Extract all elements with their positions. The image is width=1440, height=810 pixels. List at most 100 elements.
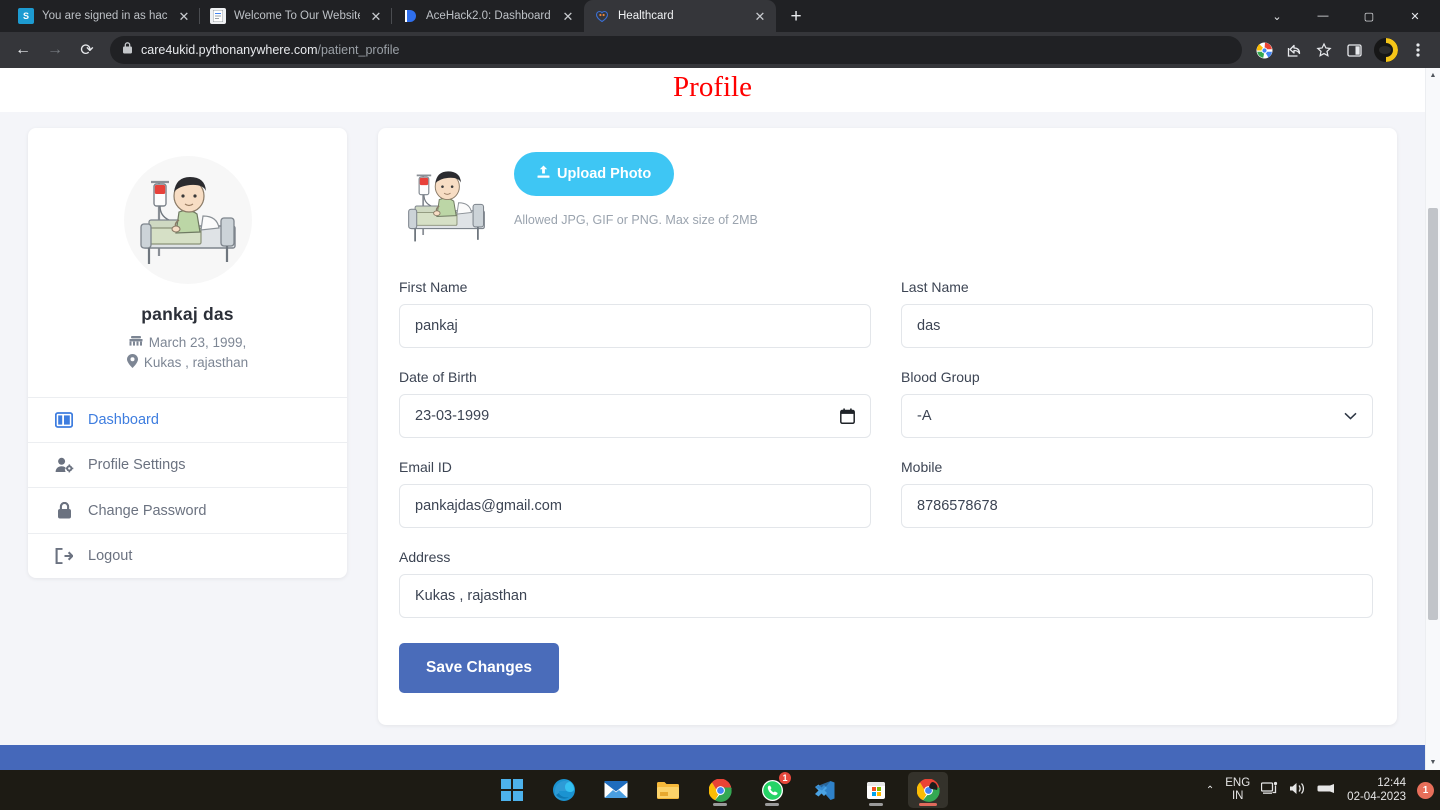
calendar-icon[interactable] [840,408,855,424]
field-label: First Name [399,279,468,295]
field-last-name: Last Name das [901,279,1373,348]
field-date-of-birth: Date of Birth 23-03-1999 [399,369,871,438]
toolbar-icons [1250,36,1432,64]
profile-summary: pankaj das March 23, 1999, Kukas , rajas… [28,128,347,397]
upload-icon [537,165,550,183]
start-button[interactable] [492,772,532,808]
clock[interactable]: 12:44 02-04-2023 [1347,776,1406,804]
chrome-icon[interactable] [700,772,740,808]
slack-icon: S [18,8,34,24]
mobile-input[interactable]: 8786578678 [901,484,1373,528]
app-running-indicator [869,803,883,806]
new-tab-button[interactable]: + [782,2,810,30]
volume-icon[interactable] [1289,781,1306,799]
upload-photo-label: Upload Photo [557,166,652,182]
sidebar-item-profile-settings[interactable]: Profile Settings [28,443,347,488]
vertical-scrollbar[interactable]: ▲ ▼ [1425,68,1440,770]
side-panel-icon[interactable] [1340,36,1368,64]
location-text: Kukas , rajasthan [143,355,249,370]
browser-tab[interactable]: AceHack2.0: Dashboard | Devfolio ✕ [392,0,584,32]
microsoft-store-icon[interactable] [856,772,896,808]
network-icon[interactable] [1261,781,1278,799]
sidebar-item-label: Profile Settings [88,457,186,473]
field-blood-group: Blood Group -A [901,369,1373,438]
bookmark-star-icon[interactable] [1310,36,1338,64]
save-changes-button[interactable]: Save Changes [399,643,559,693]
field-label: Last Name [901,279,969,295]
dashboard-icon [54,412,74,428]
tab-title: AceHack2.0: Dashboard | Devfolio [426,10,552,22]
field-email-id: Email ID pankajdas@gmail.com [399,459,871,528]
address-bar[interactable]: care4ukid.pythonanywhere.com/patient_pro… [110,36,1242,64]
sidebar-item-label: Logout [88,548,133,564]
tab-title: Healthcard [618,10,674,22]
field-label: Blood Group [901,369,980,385]
profile-avatar-icon[interactable] [1374,38,1398,62]
sidebar-item-change-password[interactable]: Change Password [28,488,347,534]
field-value: das [917,318,941,334]
map-pin-icon [126,354,138,371]
healthcard-icon [594,8,610,24]
app-running-indicator [765,803,779,806]
share-icon[interactable] [1280,36,1308,64]
sidebar-item-label: Dashboard [88,412,159,428]
scrollbar-thumb[interactable] [1428,208,1438,620]
close-icon[interactable]: ✕ [560,8,576,24]
close-icon[interactable]: ✕ [176,8,192,24]
tab-strip: S You are signed in as hack9 ✕ Welcome T… [0,0,1440,32]
language-indicator[interactable]: ENG IN [1225,777,1250,803]
upload-controls: Upload Photo Allowed JPG, GIF or PNG. Ma… [514,152,758,227]
chevron-down-icon[interactable] [1344,412,1357,420]
close-window-button[interactable]: ✕ [1392,0,1438,32]
blood-group-select[interactable]: -A [901,394,1373,438]
sidebar-item-label: Change Password [88,502,207,519]
chrome-active-icon[interactable] [908,772,948,808]
tab-search-icon[interactable]: ⌄ [1254,0,1300,32]
whatsapp-icon[interactable]: 1 [752,771,792,808]
photo-upload-section: Upload Photo Allowed JPG, GIF or PNG. Ma… [399,152,1373,253]
first-name-input[interactable]: pankaj [399,304,871,348]
field-value: pankaj [415,318,458,334]
window-controls: ⌄ — ▢ ✕ [1254,0,1440,32]
upload-photo-button[interactable]: Upload Photo [514,152,675,196]
edge-icon[interactable] [544,772,584,808]
browser-tab[interactable]: Welcome To Our Website ✕ [200,0,392,32]
field-label: Date of Birth [399,369,477,385]
battery-icon[interactable] [1317,782,1336,798]
upload-hint-text: Allowed JPG, GIF or PNG. Max size of 2MB [514,213,758,227]
minimize-button[interactable]: — [1300,0,1346,32]
vscode-icon[interactable] [804,772,844,808]
file-explorer-icon[interactable] [648,772,688,808]
reload-button[interactable]: ⟳ [72,35,102,65]
email-id-input[interactable]: pankajdas@gmail.com [399,484,871,528]
profile-location: Kukas , rajasthan [46,354,329,371]
chrome-menu-icon[interactable] [1404,36,1432,64]
browser-tab[interactable]: S You are signed in as hack9 ✕ [8,0,200,32]
profile-fields: First Name pankaj Last Name das Date of … [399,279,1373,639]
tab-title: You are signed in as hack9 [42,10,168,22]
date-of-birth-input[interactable]: 23-03-1999 [399,394,871,438]
show-hidden-icons-chevron[interactable]: ⌃ [1206,785,1214,796]
system-tray: ⌃ ENG IN 12:44 02-04-2023 1 [1206,776,1434,804]
forward-button[interactable]: → [40,35,70,65]
google-lens-icon[interactable] [1250,36,1278,64]
site-footer: For Patients For Doctors For Hospitals C… [0,745,1425,770]
sidebar-item-dashboard[interactable]: Dashboard [28,398,347,443]
back-button[interactable]: ← [8,35,38,65]
field-first-name: First Name pankaj [399,279,871,348]
taskbar-apps: 1 [492,771,948,808]
scroll-up-arrow[interactable]: ▲ [1426,68,1440,83]
mail-icon[interactable] [596,772,636,808]
devfolio-icon [402,8,418,24]
maximize-button[interactable]: ▢ [1346,0,1392,32]
notification-badge[interactable]: 1 [1417,781,1434,799]
close-icon[interactable]: ✕ [368,8,384,24]
logout-icon [54,548,74,564]
last-name-input[interactable]: das [901,304,1373,348]
scroll-down-arrow[interactable]: ▼ [1426,755,1440,770]
address-input[interactable]: Kukas , rajasthan [399,574,1373,618]
browser-tab-active[interactable]: Healthcard ✕ [584,0,776,32]
sidebar-item-logout[interactable]: Logout [28,534,347,578]
close-icon[interactable]: ✕ [752,8,768,24]
profile-form-card: Upload Photo Allowed JPG, GIF or PNG. Ma… [378,128,1397,725]
